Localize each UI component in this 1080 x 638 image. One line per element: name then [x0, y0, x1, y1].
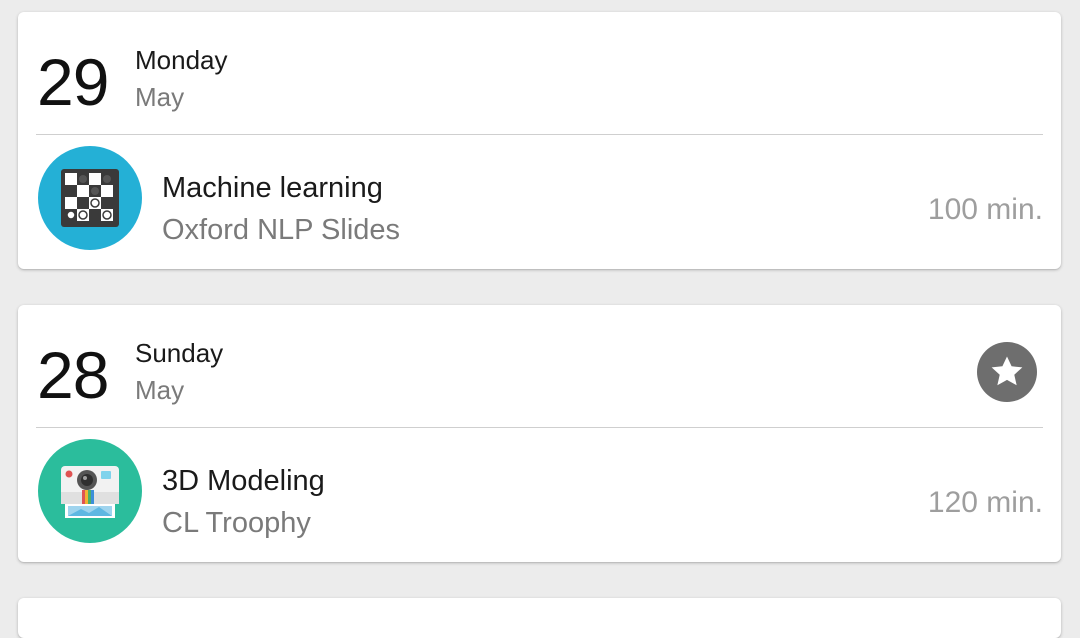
month-label: May [135, 82, 185, 112]
star-button[interactable] [977, 342, 1037, 402]
weekday-label: Monday [135, 45, 228, 75]
list-item[interactable]: Machine learning Oxford NLP Slides 100 m… [18, 135, 1061, 269]
day-card: 29 Monday May Machine learning Oxford NL… [18, 12, 1061, 269]
entry-title: Machine learning [162, 172, 383, 204]
day-number: 28 [37, 338, 109, 412]
weekday-label: Sunday [135, 338, 224, 368]
month-label: May [135, 375, 185, 405]
entry-subtitle: CL Troophy [162, 507, 311, 539]
day-card [18, 598, 1061, 638]
entry-title: 3D Modeling [162, 465, 325, 497]
day-header: 28 Sunday May [18, 305, 1061, 427]
entry-subtitle: Oxford NLP Slides [162, 214, 401, 246]
chessboard-icon [38, 146, 142, 250]
instant-camera-icon [38, 439, 142, 543]
day-card: 28 Sunday May 3D Modeling CL Troophy 120… [18, 305, 1061, 562]
star-icon [991, 356, 1023, 386]
list-item[interactable]: 3D Modeling CL Troophy 120 min. [18, 428, 1061, 562]
duration-label: 120 min. [927, 486, 1043, 519]
day-number: 29 [37, 45, 109, 119]
duration-label: 100 min. [927, 193, 1043, 226]
day-header: 29 Monday May [18, 12, 1061, 134]
